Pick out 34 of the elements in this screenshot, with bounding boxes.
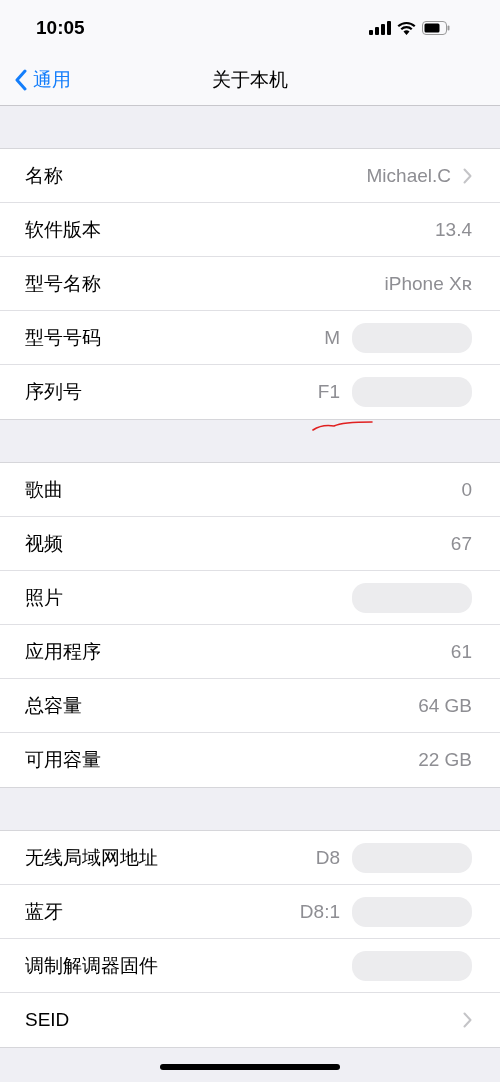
row-value: 61 bbox=[450, 640, 472, 663]
chevron-icon bbox=[14, 69, 27, 91]
row-value: D8 bbox=[315, 846, 340, 869]
row-label[interactable]: 名称 bbox=[25, 162, 63, 189]
row-label: 照片 bbox=[25, 585, 63, 610]
row-value: Michael.C bbox=[366, 164, 451, 187]
row-value: iPhone Xʀ bbox=[384, 272, 472, 295]
row-label: 型号名称 bbox=[25, 271, 101, 296]
row-label: 序列号 bbox=[25, 380, 82, 404]
row-label: 蓝牙 bbox=[25, 899, 63, 924]
row-value: 64 GB bbox=[418, 694, 472, 717]
row-value: 22 GB bbox=[418, 749, 472, 771]
row-value: F1 bbox=[317, 381, 340, 403]
row-label: 型号号码 bbox=[25, 325, 101, 350]
back-button[interactable]: 通用 bbox=[0, 67, 71, 93]
row-label: 应用程序 bbox=[25, 639, 101, 664]
row-label: 视频 bbox=[25, 531, 63, 556]
row-label: 调制解调器固件 bbox=[25, 953, 158, 978]
wifi-icon bbox=[397, 20, 416, 35]
row-value: M bbox=[324, 326, 340, 349]
row-label: 软件版本 bbox=[25, 217, 101, 242]
signal-icon bbox=[369, 20, 391, 35]
row-label: 无线局域网地址 bbox=[25, 845, 158, 870]
row-label: 总容量 bbox=[25, 693, 82, 718]
row-value: 0 bbox=[461, 478, 472, 501]
battery-icon bbox=[422, 20, 450, 35]
row-label[interactable]: SEID bbox=[25, 1009, 70, 1031]
row-value: 67 bbox=[450, 532, 472, 555]
page-title: 关于本机 bbox=[212, 67, 288, 92]
row-value: D8:1 bbox=[299, 900, 340, 923]
row-value: 13.4 bbox=[435, 218, 472, 241]
row-label: 可用容量 bbox=[25, 748, 101, 772]
status-time: 10:05 bbox=[36, 16, 85, 39]
row-label: 歌曲 bbox=[25, 477, 63, 502]
